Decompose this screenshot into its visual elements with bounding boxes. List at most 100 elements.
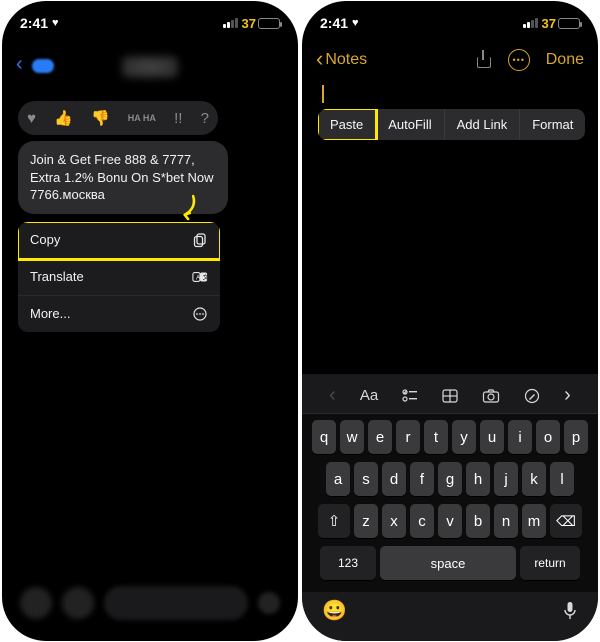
key-b[interactable]: b [466, 504, 490, 538]
more-options-icon[interactable] [508, 49, 530, 71]
key-j[interactable]: j [494, 462, 518, 496]
message-context-menu: Copy Translate A文 More... [18, 222, 220, 332]
done-button[interactable]: Done [546, 51, 584, 69]
unread-badge [32, 59, 54, 73]
key-u[interactable]: u [480, 420, 504, 454]
key-m[interactable]: m [522, 504, 546, 538]
format-label: Format [532, 117, 573, 132]
key-r[interactable]: r [396, 420, 420, 454]
iphone-messages-screenshot: 2:41 ♥ 37 ‹ ♥ 👍 👎 HA HA !! ? Join & Get … [2, 1, 298, 641]
context-format-item[interactable]: Format [520, 109, 585, 140]
key-shift[interactable]: ⇧ [318, 504, 350, 538]
autofill-label: AutoFill [388, 117, 431, 132]
apps-button-blurred[interactable] [62, 587, 94, 619]
edit-context-menu: Paste AutoFill Add Link Format [318, 109, 585, 140]
camera-insert-icon[interactable] [482, 389, 500, 403]
paste-label: Paste [330, 117, 363, 132]
keyboard-row-2: a s d f g h j k l [306, 462, 594, 496]
key-i[interactable]: i [508, 420, 532, 454]
keyboard-row-1: q w e r t y u i o p [306, 420, 594, 454]
key-k[interactable]: k [522, 462, 546, 496]
key-h[interactable]: h [466, 462, 490, 496]
key-q[interactable]: q [312, 420, 336, 454]
onscreen-keyboard: ‹ Aa › q w e r t y u [302, 374, 598, 641]
message-input-blurred[interactable] [104, 586, 248, 620]
keyboard-row-bottom: 123 space return [306, 546, 594, 586]
translate-icon: A文 [192, 269, 208, 285]
battery-icon [558, 18, 580, 29]
tapback-reaction-bar: ♥ 👍 👎 HA HA !! ? [18, 101, 218, 135]
contact-name-blurred[interactable] [122, 56, 178, 78]
markup-pencil-icon[interactable] [524, 388, 540, 404]
table-icon[interactable] [442, 389, 458, 403]
status-heart-icon: ♥ [52, 17, 59, 29]
notes-back-button[interactable]: ‹ Notes [316, 49, 367, 71]
svg-text:文: 文 [203, 273, 208, 281]
battery-icon [258, 18, 280, 29]
key-d[interactable]: d [382, 462, 406, 496]
status-time: 2:41 [20, 15, 48, 31]
toolbar-prev-arrow-icon[interactable]: ‹ [329, 384, 336, 407]
key-l[interactable]: l [550, 462, 574, 496]
key-g[interactable]: g [438, 462, 462, 496]
dictation-mic-icon[interactable] [562, 601, 578, 621]
camera-button-blurred[interactable] [20, 587, 52, 619]
reaction-exclaim-icon[interactable]: !! [174, 110, 182, 127]
messages-conversation-header: ‹ [2, 39, 298, 95]
checklist-icon[interactable] [402, 389, 418, 403]
reaction-question-icon[interactable]: ? [201, 110, 209, 127]
cellular-signal-icon [223, 18, 238, 28]
key-p[interactable]: p [564, 420, 588, 454]
key-x[interactable]: x [382, 504, 406, 538]
share-icon[interactable] [474, 51, 492, 69]
context-autofill-item[interactable]: AutoFill [376, 109, 444, 140]
copy-icon [192, 232, 208, 248]
key-return[interactable]: return [520, 546, 580, 580]
key-c[interactable]: c [410, 504, 434, 538]
notes-navigation-bar: ‹ Notes Done [302, 39, 598, 81]
toolbar-next-arrow-icon[interactable]: › [564, 384, 571, 407]
context-addlink-item[interactable]: Add Link [445, 109, 521, 140]
more-label: More... [30, 306, 70, 321]
notch [90, 1, 210, 29]
keyboard-footer: 😀 [302, 592, 598, 641]
key-123[interactable]: 123 [320, 546, 376, 580]
more-ellipsis-icon [192, 306, 208, 322]
key-f[interactable]: f [410, 462, 434, 496]
notch [390, 1, 510, 29]
context-translate-item[interactable]: Translate A文 [18, 259, 220, 296]
key-delete[interactable]: ⌫ [550, 504, 582, 538]
key-e[interactable]: e [368, 420, 392, 454]
key-y[interactable]: y [452, 420, 476, 454]
key-w[interactable]: w [340, 420, 364, 454]
key-n[interactable]: n [494, 504, 518, 538]
reaction-thumbs-down-icon[interactable]: 👎 [91, 109, 110, 127]
emoji-keyboard-button[interactable]: 😀 [322, 598, 347, 623]
key-a[interactable]: a [326, 462, 350, 496]
key-o[interactable]: o [536, 420, 560, 454]
context-copy-item[interactable]: Copy [18, 222, 220, 259]
messages-input-bar [2, 577, 298, 629]
key-v[interactable]: v [438, 504, 462, 538]
text-cursor [322, 85, 324, 103]
key-z[interactable]: z [354, 504, 378, 538]
status-time: 2:41 [320, 15, 348, 31]
key-t[interactable]: t [424, 420, 448, 454]
text-format-aa-button[interactable]: Aa [360, 387, 378, 404]
context-paste-item[interactable]: Paste [318, 109, 376, 140]
status-heart-icon: ♥ [352, 17, 359, 29]
reaction-haha-icon[interactable]: HA HA [128, 114, 156, 122]
reaction-thumbs-up-icon[interactable]: 👍 [54, 109, 73, 127]
key-s[interactable]: s [354, 462, 378, 496]
addlink-label: Add Link [457, 117, 508, 132]
cellular-signal-icon [523, 18, 538, 28]
reaction-heart-icon[interactable]: ♥ [27, 110, 36, 127]
key-space[interactable]: space [380, 546, 516, 580]
keyboard-format-toolbar: ‹ Aa › [302, 378, 598, 414]
battery-indicator: 37 [542, 16, 580, 31]
copy-label: Copy [30, 232, 60, 247]
context-more-item[interactable]: More... [18, 296, 220, 332]
dictation-button-blurred[interactable] [258, 592, 280, 614]
annotation-arrow-icon [166, 191, 200, 225]
back-chevron-icon[interactable]: ‹ [16, 53, 23, 76]
